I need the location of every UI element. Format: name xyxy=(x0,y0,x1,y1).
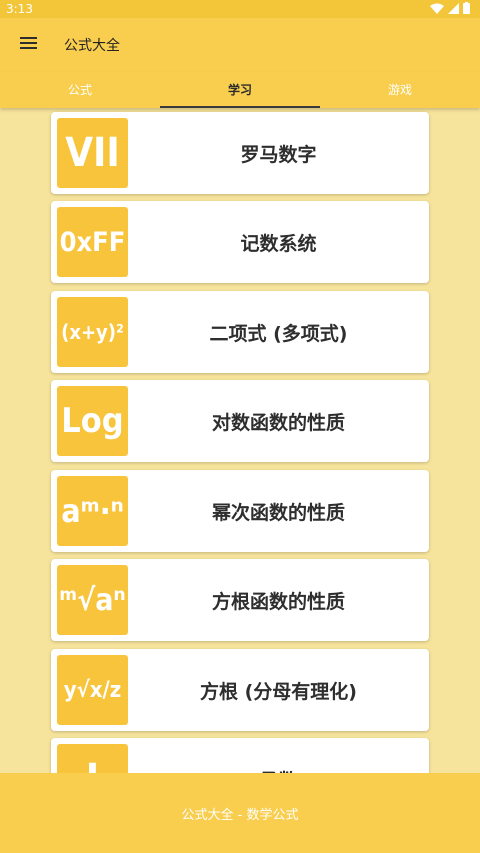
list-item-label: 记数系统 xyxy=(240,232,317,255)
list-item-rationalize[interactable]: y√x/z 方根 (分母有理化) xyxy=(51,649,429,731)
list-item-label: 二项式 (多项式) xyxy=(209,322,348,345)
roman-numerals-icon: VII xyxy=(57,118,128,188)
status-icons xyxy=(430,2,470,14)
list-item-roman-numerals[interactable]: VII 罗马数字 xyxy=(51,112,429,194)
list-item-power-function[interactable]: aᵐ·ⁿ 幂次函数的性质 xyxy=(51,470,429,552)
list-item-label: 罗马数字 xyxy=(240,143,317,166)
tab-formulas[interactable]: 公式 xyxy=(0,72,160,108)
tab-bar: 公式 学习 游戏 xyxy=(0,72,480,108)
log-icon: Log xyxy=(57,386,128,456)
rationalize-icon: y√x/z xyxy=(57,655,128,725)
binomial-icon: (x+y)² xyxy=(57,297,128,367)
list-item-number-systems[interactable]: 0xFF 记数系统 xyxy=(51,201,429,283)
list-item-root-function[interactable]: ᵐ√aⁿ 方根函数的性质 xyxy=(51,559,429,641)
function-icon: I xyxy=(57,744,128,773)
list-item-function[interactable]: I 函数 xyxy=(51,738,429,773)
footer-text: 公式大全 - 数学公式 xyxy=(181,807,299,823)
hex-number-icon: 0xFF xyxy=(57,207,128,277)
wifi-icon xyxy=(430,3,444,14)
battery-icon xyxy=(463,2,470,14)
app-bar: 公式大全 xyxy=(0,18,480,72)
power-icon: aᵐ·ⁿ xyxy=(57,476,128,546)
list-item-label: 幂次函数的性质 xyxy=(211,501,345,524)
learn-list[interactable]: VII 罗马数字 0xFF 记数系统 (x+y)² 二项式 (多项式) Log … xyxy=(0,108,480,773)
status-time: 3:13 xyxy=(6,2,33,16)
root-icon: ᵐ√aⁿ xyxy=(57,565,128,635)
list-item-label: 函数 xyxy=(128,738,429,774)
status-bar: 3:13 xyxy=(0,0,480,18)
list-item-logarithm[interactable]: Log 对数函数的性质 xyxy=(51,380,429,462)
signal-icon xyxy=(448,2,459,14)
hamburger-menu-icon[interactable] xyxy=(20,37,38,51)
list-item-label: 方根 (分母有理化) xyxy=(200,680,357,703)
footer-banner: 公式大全 - 数学公式 xyxy=(0,773,480,853)
app-title: 公式大全 xyxy=(64,38,120,54)
tab-games[interactable]: 游戏 xyxy=(320,72,480,108)
list-item-label: 对数函数的性质 xyxy=(211,411,345,434)
list-item-label: 方根函数的性质 xyxy=(211,590,345,613)
list-item-binomial[interactable]: (x+y)² 二项式 (多项式) xyxy=(51,291,429,373)
tab-learn[interactable]: 学习 xyxy=(160,72,320,108)
